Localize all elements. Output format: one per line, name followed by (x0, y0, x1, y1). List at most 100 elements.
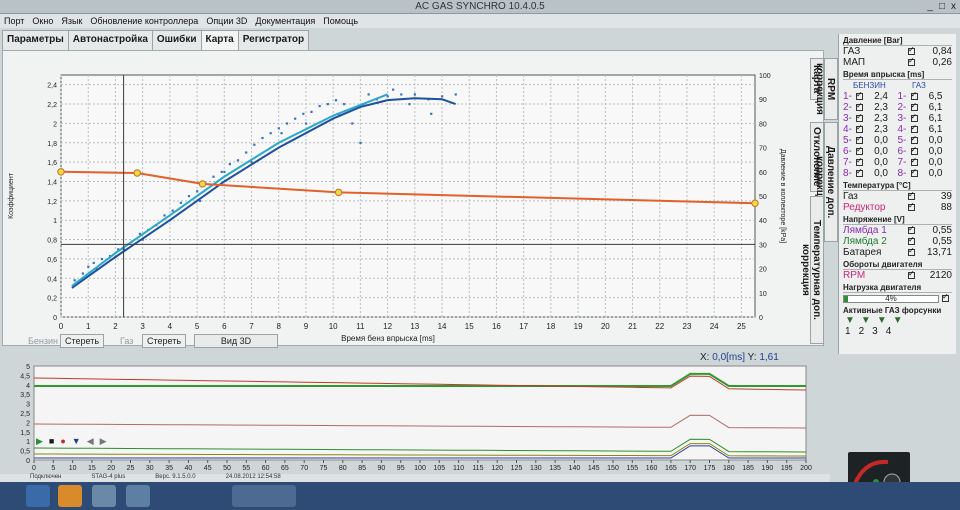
temp-reducer-checkbox[interactable] (908, 201, 915, 211)
recorder-x-tick: 175 (704, 465, 716, 472)
temp-reducer-value: 88 (940, 202, 952, 213)
gas-toggle[interactable]: Газ (116, 334, 137, 348)
injector-checkbox[interactable] (856, 112, 863, 122)
injector-checkbox[interactable] (856, 134, 863, 144)
taskbar-browser-icon[interactable] (58, 485, 82, 507)
recorder-x-tick: 35 (165, 465, 173, 472)
rewind-icon[interactable]: ◀ (87, 436, 94, 447)
injector-checkbox[interactable] (910, 145, 918, 155)
maximize-button[interactable]: □ (939, 1, 945, 12)
menu-language[interactable]: Язык (61, 16, 82, 26)
recorder-x-tick: 75 (320, 465, 328, 472)
injector-checkbox[interactable] (910, 101, 918, 111)
injector-benzin-cell: 4- 2,3 (843, 123, 898, 135)
line-marker (133, 169, 141, 177)
tab-recorder[interactable]: Регистратор (237, 30, 310, 50)
lambda2-checkbox[interactable] (908, 235, 915, 245)
main-tabs: Параметры Автонастройка Ошибки Карта Рег… (2, 30, 310, 50)
filter-icon[interactable]: ▼ (72, 436, 81, 447)
stop-icon[interactable]: ■ (49, 436, 54, 447)
recorder-y-tick: 3 (26, 402, 30, 409)
injector-checkbox[interactable] (910, 90, 918, 100)
side-tab-temp-correction[interactable]: Температурная доп. коррекция (800, 196, 824, 344)
menu-3d-options[interactable]: Опции 3D (206, 16, 247, 26)
scatter-point (187, 195, 191, 198)
tab-parameters[interactable]: Параметры (2, 30, 69, 50)
battery-value: 13,71 (926, 247, 952, 258)
x-tick-label: 15 (465, 322, 474, 331)
side-tab-rpm-correction[interactable]: RPM коррекция (814, 58, 838, 120)
menu-port[interactable]: Порт (4, 16, 24, 26)
scatter-point (441, 95, 444, 98)
y2-axis-label: Давление в коллекторе [kPa] (779, 149, 786, 243)
gas-pressure-label: ГАЗ (843, 46, 861, 57)
recorder-chart[interactable]: 5 4,5 4 3,5 3 2,5 2 1,5 1 0,5 00 5 10 15 20 25 30 35 40 45 5… (0, 360, 820, 472)
benzin-toggle[interactable]: Бензин (24, 334, 62, 348)
tab-autotune[interactable]: Автонастройка (67, 30, 153, 50)
rpm-checkbox[interactable] (908, 269, 915, 279)
play-icon[interactable]: ▶ (36, 436, 43, 447)
battery-row: Батарея 13,71 (839, 246, 956, 258)
rpm-row: RPM 2120 (839, 269, 956, 281)
y-tick-label: 0,8 (47, 238, 57, 245)
y-tick-label: 0,2 (47, 296, 57, 303)
injector-checkbox[interactable] (910, 123, 918, 133)
side-tab-pressure-correction[interactable]: Давление доп. коррекция (814, 122, 838, 242)
scatter-point (392, 88, 395, 91)
x-tick-label: 5 (195, 322, 200, 331)
record-icon[interactable]: ● (60, 436, 65, 447)
injector-checkbox[interactable] (856, 156, 863, 166)
temp-gas-checkbox[interactable] (908, 190, 915, 200)
menu-window[interactable]: Окно (32, 16, 53, 26)
injector-gas-value: 6,5 (928, 91, 943, 102)
scatter-point (408, 103, 411, 106)
injector-checkbox[interactable] (910, 112, 918, 122)
view-3d-button[interactable]: Вид 3D (194, 334, 278, 348)
benzin-clear-button[interactable]: Стереть (60, 334, 105, 348)
injector-number: 6- (843, 146, 852, 157)
injector-checkbox[interactable] (910, 156, 918, 166)
injector-checkbox[interactable] (856, 167, 863, 177)
injector-checkbox[interactable] (856, 101, 863, 111)
injector-checkbox[interactable] (856, 145, 863, 155)
menu-update[interactable]: Обновление контроллера (90, 16, 198, 26)
injector-gas-cell: 1- 6,5 (898, 90, 953, 102)
gas-clear-button[interactable]: Стереть (142, 334, 187, 348)
injector-benzin-value: 2,3 (874, 102, 888, 113)
taskbar-acgas-icon[interactable] (232, 485, 296, 507)
scatter-point (280, 132, 283, 135)
injector-checkbox[interactable] (910, 167, 918, 177)
minimize-button[interactable]: _ (927, 1, 933, 12)
menu-help[interactable]: Помощь (323, 16, 358, 26)
gas-pressure-checkbox[interactable] (908, 45, 915, 55)
scatter-point (413, 93, 417, 96)
scatter-point (179, 201, 182, 204)
recorder-y-tick: 0 (26, 458, 30, 465)
map-pressure-checkbox[interactable] (908, 56, 915, 66)
scatter-point (73, 279, 76, 282)
load-checkbox[interactable] (942, 292, 949, 302)
forward-icon[interactable]: ▶ (100, 436, 107, 447)
scatter-point (351, 122, 354, 125)
injector-benzin-value: 2,3 (874, 113, 888, 124)
battery-checkbox[interactable] (908, 246, 915, 256)
tab-map[interactable]: Карта (200, 30, 239, 50)
status-device: STAG-4 plus (91, 474, 126, 480)
scatter-point (302, 112, 305, 115)
x-tick-label: 4 (168, 322, 173, 331)
scatter-point (277, 127, 280, 130)
taskbar-app-icon[interactable] (92, 485, 116, 507)
injector-checkbox[interactable] (910, 134, 918, 144)
close-button[interactable]: x (951, 1, 956, 12)
injector-checkbox[interactable] (856, 90, 863, 100)
menu-docs[interactable]: Документация (255, 16, 315, 26)
tab-errors[interactable]: Ошибки (151, 30, 202, 50)
lambda1-checkbox[interactable] (908, 224, 915, 234)
start-button[interactable] (26, 485, 50, 507)
gas-pressure-value: 0,84 (932, 46, 952, 57)
map-chart[interactable]: 0 1 2 3 4 5 6 7 8 9 10 11 12 13 14 15 16 17 18 19 20 21 22 23 24… (3, 51, 823, 345)
recorder-y-tick: 2,5 (20, 411, 30, 418)
injector-checkbox[interactable] (856, 123, 863, 133)
active-injector-4: 4 (885, 326, 892, 337)
taskbar-app-icon[interactable] (126, 485, 150, 507)
